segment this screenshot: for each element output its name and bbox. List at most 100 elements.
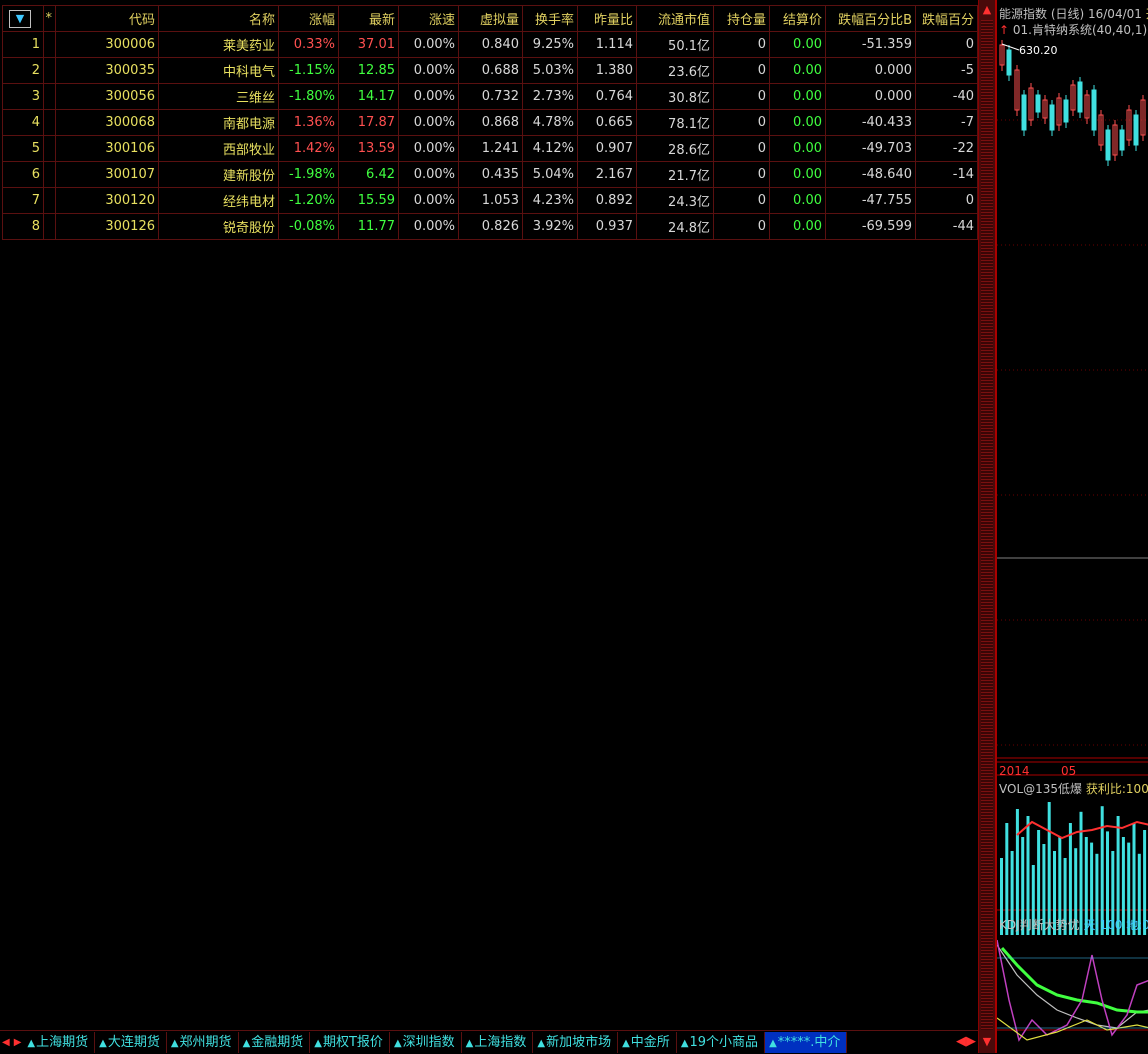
column-header-pct-b[interactable]: 跌幅百分比B [825, 5, 916, 32]
settle-price: 0.00 [769, 135, 826, 162]
table-row[interactable]: 1 300006 莱美药业 0.33% 37.01 0.00% 0.840 9.25% 1.11… [2, 31, 978, 58]
row-marker [43, 161, 56, 188]
candle-body [1105, 129, 1111, 161]
speed: 0.00% [398, 187, 459, 214]
table-row[interactable]: 8 300126 锐奇股份 -0.08% 11.77 0.00% 0.826 3.92% 0.9… [2, 213, 978, 240]
change-pct: -1.98% [278, 161, 339, 188]
column-header-turnover[interactable]: 换手率 [522, 5, 578, 32]
stock-code: 300006 [55, 31, 159, 58]
column-header-last[interactable]: 最新 [338, 5, 399, 32]
pct: -44 [915, 213, 978, 240]
scroll-up-icon[interactable]: ▲ [979, 2, 995, 18]
stock-name: 莱美药业 [158, 31, 279, 58]
row-marker [43, 31, 56, 58]
tab-market[interactable]: ▲上海期货 [23, 1032, 96, 1053]
stock-code: 300106 [55, 135, 159, 162]
settle-price: 0.00 [769, 83, 826, 110]
table-row[interactable]: 4 300068 南都电源 1.36% 17.87 0.00% 0.868 4.78% 0.66… [2, 109, 978, 136]
pct-b: -69.599 [825, 213, 916, 240]
table-row[interactable]: 3 300056 三维丝 -1.80% 14.17 0.00% 0.732 2.73% 0.76… [2, 83, 978, 110]
turnover: 4.12% [522, 135, 578, 162]
tab-market[interactable]: ▲新加坡市场 [533, 1032, 619, 1053]
market-cap: 30.8亿 [636, 83, 714, 110]
tab-nav-arrows-icon[interactable]: ◀▶ [956, 1034, 976, 1049]
turnover: 5.03% [522, 57, 578, 84]
peak-pointer [1001, 43, 1020, 51]
table-row[interactable]: 7 300120 经纬电材 -1.20% 15.59 0.00% 1.053 4.23% 0.8… [2, 187, 978, 214]
candle-body [1021, 94, 1027, 131]
kline-chart-panel[interactable]: 能源指数 (日线) 16/04/01 开 ↑ 01.肯特纳系统(40,40,1)… [995, 0, 1148, 1053]
tab-market[interactable]: ▲郑州期货 [167, 1032, 239, 1053]
tab-label: 新加坡市场 [546, 1035, 612, 1050]
column-header-name[interactable]: 名称 [158, 5, 279, 32]
tab-market[interactable]: ▲19个小商品 [677, 1032, 766, 1053]
column-header-settle[interactable]: 结算价 [769, 5, 826, 32]
virtual-volume: 0.732 [458, 83, 523, 110]
chart-canvas [997, 40, 1148, 1042]
stock-list-panel: ▼ * 代码 名称 涨幅 最新 涨速 虚拟量 换手率 昨量比 流通市值 持仓量 … [0, 0, 978, 1030]
tab-market[interactable]: ▲期权T报价 [310, 1032, 390, 1053]
row-index: 7 [2, 187, 44, 214]
pct-b: -40.433 [825, 109, 916, 136]
tab-label: 中金所 [630, 1035, 670, 1050]
tab-label: 上海期货 [36, 1035, 89, 1050]
column-header-speed[interactable]: 涨速 [398, 5, 459, 32]
tab-scroll-left-icon[interactable]: ◀ [0, 1037, 12, 1048]
pct: 0 [915, 31, 978, 58]
turnover: 5.04% [522, 161, 578, 188]
settle-price: 0.00 [769, 187, 826, 214]
vol-indicator-label[interactable]: VOL@135低爆 获利比:100 [999, 780, 1148, 797]
tab-triangle-icon: ▲ [27, 1038, 36, 1049]
settle-price: 0.00 [769, 161, 826, 188]
column-header-change[interactable]: 涨幅 [278, 5, 339, 32]
pct-b: -49.703 [825, 135, 916, 162]
column-header-open-interest[interactable]: 持仓量 [713, 5, 770, 32]
pct: -22 [915, 135, 978, 162]
tab-scroll-right-icon[interactable]: ▶ [12, 1037, 24, 1048]
column-header-code[interactable]: 代码 [55, 5, 159, 32]
column-header[interactable]: * [43, 5, 56, 32]
sort-dropdown-icon[interactable]: ▼ [9, 9, 31, 28]
pct-b: -48.640 [825, 161, 916, 188]
tab-market[interactable]: ▲上海指数 [462, 1032, 534, 1053]
turnover: 4.23% [522, 187, 578, 214]
column-header-virtual-volume[interactable]: 虚拟量 [458, 5, 523, 32]
volume-ratio: 0.937 [577, 213, 637, 240]
last-price: 13.59 [338, 135, 399, 162]
volume-ratio: 0.764 [577, 83, 637, 110]
tab-market[interactable]: ▲深圳指数 [390, 1032, 462, 1053]
kdj-indicator-label[interactable]: KDJ判断大势优 天:100 地:0 [999, 916, 1148, 933]
indicator-label[interactable]: ↑ 01.肯特纳系统(40,40,1) [999, 21, 1147, 38]
sort-menu-cell[interactable]: ▼ [2, 5, 44, 32]
tab-market[interactable]: ▲金融期货 [239, 1032, 311, 1053]
turnover: 2.73% [522, 83, 578, 110]
tab-market[interactable]: ▲中金所 [618, 1032, 677, 1053]
up-arrow-icon: ↑ [999, 23, 1010, 37]
peak-price-label: 630.20 [1019, 44, 1058, 57]
turnover: 9.25% [522, 31, 578, 58]
stock-name: 南都电源 [158, 109, 279, 136]
change-pct: -0.08% [278, 213, 339, 240]
candle-body [1035, 94, 1041, 113]
scrollbar-track[interactable] [981, 20, 993, 1030]
settle-price: 0.00 [769, 213, 826, 240]
scroll-down-icon[interactable]: ▼ [979, 1034, 995, 1050]
tab-label: 深圳指数 [402, 1035, 455, 1050]
last-price: 12.85 [338, 57, 399, 84]
volume-ratio: 1.114 [577, 31, 637, 58]
column-header-market-cap[interactable]: 流通市值 [636, 5, 714, 32]
tab-triangle-icon: ▲ [769, 1038, 777, 1049]
column-header-pct[interactable]: 跌幅百分 [915, 5, 978, 32]
market-cap: 21.7亿 [636, 161, 714, 188]
column-header-volume-ratio[interactable]: 昨量比 [577, 5, 637, 32]
stock-name: 经纬电材 [158, 187, 279, 214]
table-row[interactable]: 5 300106 西部牧业 1.42% 13.59 0.00% 1.241 4.12% 0.90… [2, 135, 978, 162]
tab-market[interactable]: ▲*****.中介 [765, 1032, 848, 1053]
table-row[interactable]: 6 300107 建新股份 -1.98% 6.42 0.00% 0.435 5.04% 2.16… [2, 161, 978, 188]
table-row[interactable]: 2 300035 中科电气 -1.15% 12.85 0.00% 0.688 5.03% 1.3… [2, 57, 978, 84]
vertical-scrollbar[interactable]: ▲ ▼ [978, 0, 995, 1053]
virtual-volume: 0.826 [458, 213, 523, 240]
tab-market[interactable]: ▲大连期货 [95, 1032, 167, 1053]
row-marker [43, 213, 56, 240]
pct: -7 [915, 109, 978, 136]
